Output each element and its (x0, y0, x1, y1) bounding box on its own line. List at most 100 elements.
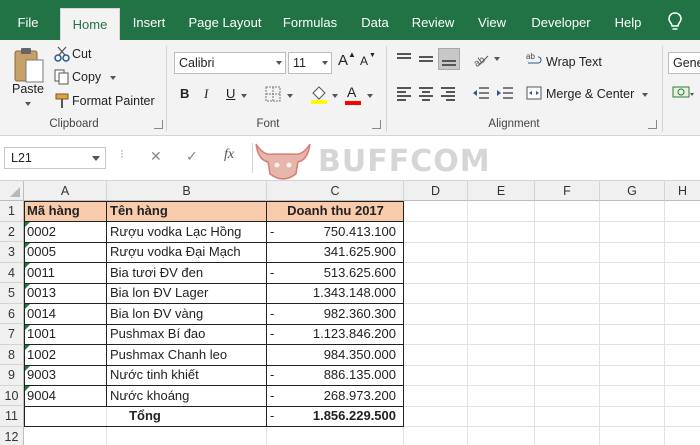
error-indicator-icon[interactable] (25, 386, 30, 391)
font-name-select[interactable]: Calibri (174, 52, 286, 74)
font-launcher-icon[interactable] (372, 120, 381, 129)
formula-input[interactable] (252, 143, 700, 173)
cell-a1[interactable]: Mã hàng (27, 201, 105, 222)
cell-b4[interactable]: Bia tươi ĐV đen (110, 263, 265, 284)
error-indicator-icon[interactable] (25, 365, 30, 371)
worksheet-grid[interactable]: A B C D E F G H 1 2 3 4 5 6 7 8 9 10 11 … (0, 181, 700, 445)
row-header-8[interactable]: 8 (0, 344, 24, 365)
cell-c2[interactable]: 750.413.100 (280, 222, 396, 243)
merge-dropdown-icon[interactable] (642, 93, 648, 97)
wrap-text-button[interactable]: Wrap Text (546, 55, 602, 69)
error-indicator-icon[interactable] (25, 304, 30, 309)
tab-help[interactable]: Help (608, 0, 648, 40)
number-format-select[interactable]: Gene (668, 52, 700, 74)
align-center-icon[interactable] (418, 86, 434, 101)
cut-button[interactable]: Cut (72, 47, 91, 61)
column-header-g[interactable]: G (600, 181, 665, 201)
enter-icon[interactable]: ✓ (186, 148, 198, 165)
tab-data[interactable]: Data (354, 0, 396, 40)
underline-button[interactable]: U (226, 86, 235, 101)
merge-center-button[interactable]: Merge & Center (546, 87, 634, 101)
tab-home[interactable]: Home (60, 8, 120, 40)
column-header-f[interactable]: F (535, 181, 600, 201)
cell-a2[interactable]: 0002 (27, 222, 105, 243)
cell-c10[interactable]: 268.973.200 (280, 386, 396, 407)
align-bottom-button[interactable] (438, 48, 460, 70)
orientation-dropdown-icon[interactable] (494, 57, 500, 61)
tab-page-layout[interactable]: Page Layout (184, 0, 266, 40)
copy-icon[interactable] (54, 69, 70, 85)
bold-button[interactable]: B (180, 86, 189, 101)
cell-b2[interactable]: Rượu vodka Lạc Hồng (110, 222, 265, 243)
column-header-b[interactable]: B (107, 181, 267, 201)
paste-button[interactable]: Paste (12, 82, 44, 96)
align-left-icon[interactable] (396, 86, 412, 101)
cell-c1[interactable]: Doanh thu 2017 (267, 201, 404, 222)
wrap-text-icon[interactable]: ab (526, 52, 542, 66)
cell-c3[interactable]: 341.625.900 (280, 242, 396, 263)
copy-button[interactable]: Copy (72, 70, 101, 84)
format-painter-button[interactable]: Format Painter (72, 94, 155, 108)
row-header-6[interactable]: 6 (0, 303, 24, 324)
cell-c11[interactable]: 1.856.229.500 (280, 406, 396, 427)
tab-formulas[interactable]: Formulas (278, 0, 342, 40)
fill-color-icon[interactable] (310, 84, 328, 104)
column-header-a[interactable]: A (24, 181, 107, 201)
cell-a7[interactable]: 1001 (27, 324, 105, 345)
error-indicator-icon[interactable] (25, 324, 30, 330)
column-header-d[interactable]: D (404, 181, 468, 201)
merge-center-icon[interactable] (526, 86, 542, 100)
error-indicator-icon[interactable] (25, 283, 30, 289)
align-top-icon[interactable] (396, 52, 412, 66)
column-header-c[interactable]: C (267, 181, 404, 201)
row-header-10[interactable]: 10 (0, 385, 24, 406)
fill-color-dropdown-icon[interactable] (332, 94, 338, 98)
cell-c7[interactable]: 1.123.846.200 (280, 324, 396, 345)
tab-view[interactable]: View (470, 0, 514, 40)
cancel-icon[interactable]: ✕ (150, 148, 162, 165)
cell-a9[interactable]: 9003 (27, 365, 105, 386)
scissors-icon[interactable] (54, 46, 70, 62)
decrease-indent-icon[interactable] (472, 86, 490, 100)
format-painter-icon[interactable] (54, 93, 70, 109)
grow-font-button[interactable]: A (338, 52, 348, 69)
lightbulb-icon[interactable] (668, 12, 682, 32)
tab-developer[interactable]: Developer (526, 0, 596, 40)
cell-b8[interactable]: Pushmax Chanh leo (110, 345, 265, 366)
cell-c6[interactable]: 982.360.300 (280, 304, 396, 325)
row-header-4[interactable]: 4 (0, 262, 24, 283)
alignment-launcher-icon[interactable] (648, 120, 657, 129)
align-right-icon[interactable] (440, 86, 456, 101)
row-header-12[interactable]: 12 (0, 426, 24, 445)
insert-function-button[interactable]: fx (224, 147, 234, 163)
borders-dropdown-icon[interactable] (287, 94, 293, 98)
error-indicator-icon[interactable] (25, 242, 30, 248)
align-middle-icon[interactable] (418, 52, 434, 66)
cell-a3[interactable]: 0005 (27, 242, 105, 263)
row-header-2[interactable]: 2 (0, 221, 24, 242)
row-header-11[interactable]: 11 (0, 406, 24, 427)
cell-total-label[interactable]: Tổng (24, 406, 266, 427)
row-header-3[interactable]: 3 (0, 242, 24, 263)
column-header-h[interactable]: H (665, 181, 700, 201)
cell-c4[interactable]: 513.625.600 (280, 263, 396, 284)
row-header-5[interactable]: 5 (0, 283, 24, 304)
cell-c9[interactable]: 886.135.000 (280, 365, 396, 386)
copy-dropdown-icon[interactable] (110, 76, 116, 80)
currency-format-icon[interactable] (672, 84, 694, 102)
row-header-7[interactable]: 7 (0, 324, 24, 345)
row-header-1[interactable]: 1 (0, 201, 24, 222)
select-all-button[interactable] (0, 181, 24, 201)
column-header-e[interactable]: E (468, 181, 535, 201)
tab-file[interactable]: File (6, 0, 50, 40)
italic-button[interactable]: I (204, 86, 208, 102)
cell-b6[interactable]: Bia lon ĐV vàng (110, 304, 265, 325)
underline-dropdown-icon[interactable] (241, 94, 247, 98)
borders-icon[interactable] (265, 86, 281, 102)
orientation-icon[interactable]: ab (472, 50, 492, 68)
row-header-9[interactable]: 9 (0, 365, 24, 386)
font-size-select[interactable]: 11 (288, 52, 332, 74)
error-indicator-icon[interactable] (25, 222, 30, 227)
cell-b1[interactable]: Tên hàng (110, 201, 265, 222)
error-indicator-icon[interactable] (25, 263, 30, 268)
